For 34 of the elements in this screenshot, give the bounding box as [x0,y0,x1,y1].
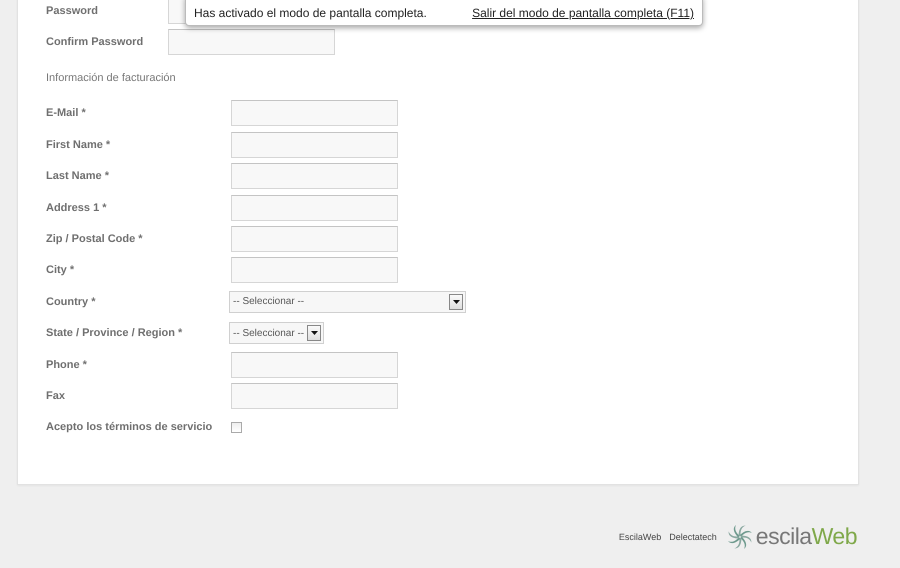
field-label: Country * [46,296,96,308]
field-label: Address 1 * [46,202,108,214]
footer-link[interactable]: EscilaWeb [618,532,662,542]
input-field[interactable] [231,226,398,252]
input-field[interactable] [168,29,335,56]
checkbox[interactable] [231,422,242,433]
swirl-logo-icon [726,524,753,550]
field-label: City * [46,264,76,276]
input-field[interactable] [231,382,398,409]
input-field[interactable] [231,257,398,284]
caret-icon [310,331,318,336]
dropdown[interactable]: -- Seleccionar -- [229,322,324,344]
input-field[interactable] [231,132,398,158]
footer-link[interactable]: Delectatech [669,532,717,542]
field-label: E-Mail * [46,107,87,120]
input-field[interactable] [231,163,398,190]
field-label: Confirm Password [46,36,144,48]
input-field[interactable] [231,100,398,126]
field-label: State / Province / Region * [46,327,184,340]
dropdown[interactable]: -- Seleccionar -- [229,290,466,313]
exit-fullscreen-link[interactable]: Salir del modo de pantalla completa (F11) [472,6,694,20]
field-label: Zip / Postal Code * [46,233,144,246]
caret-icon [452,300,460,304]
field-label: First Name * [46,138,112,151]
field-label: Phone * [46,358,88,371]
field-label: Fax [46,390,66,402]
section-heading: Información de facturación [46,72,177,84]
input-field[interactable] [231,352,398,378]
input-field[interactable] [231,194,398,221]
field-label: Password [46,4,99,17]
notification-message: Has activado el modo de pantalla completa. [194,6,427,20]
field-label: Last Name * [46,170,110,182]
field-label: Acepto los términos de servicio [46,421,214,434]
logo-wordmark: escilaWeb [756,523,857,550]
